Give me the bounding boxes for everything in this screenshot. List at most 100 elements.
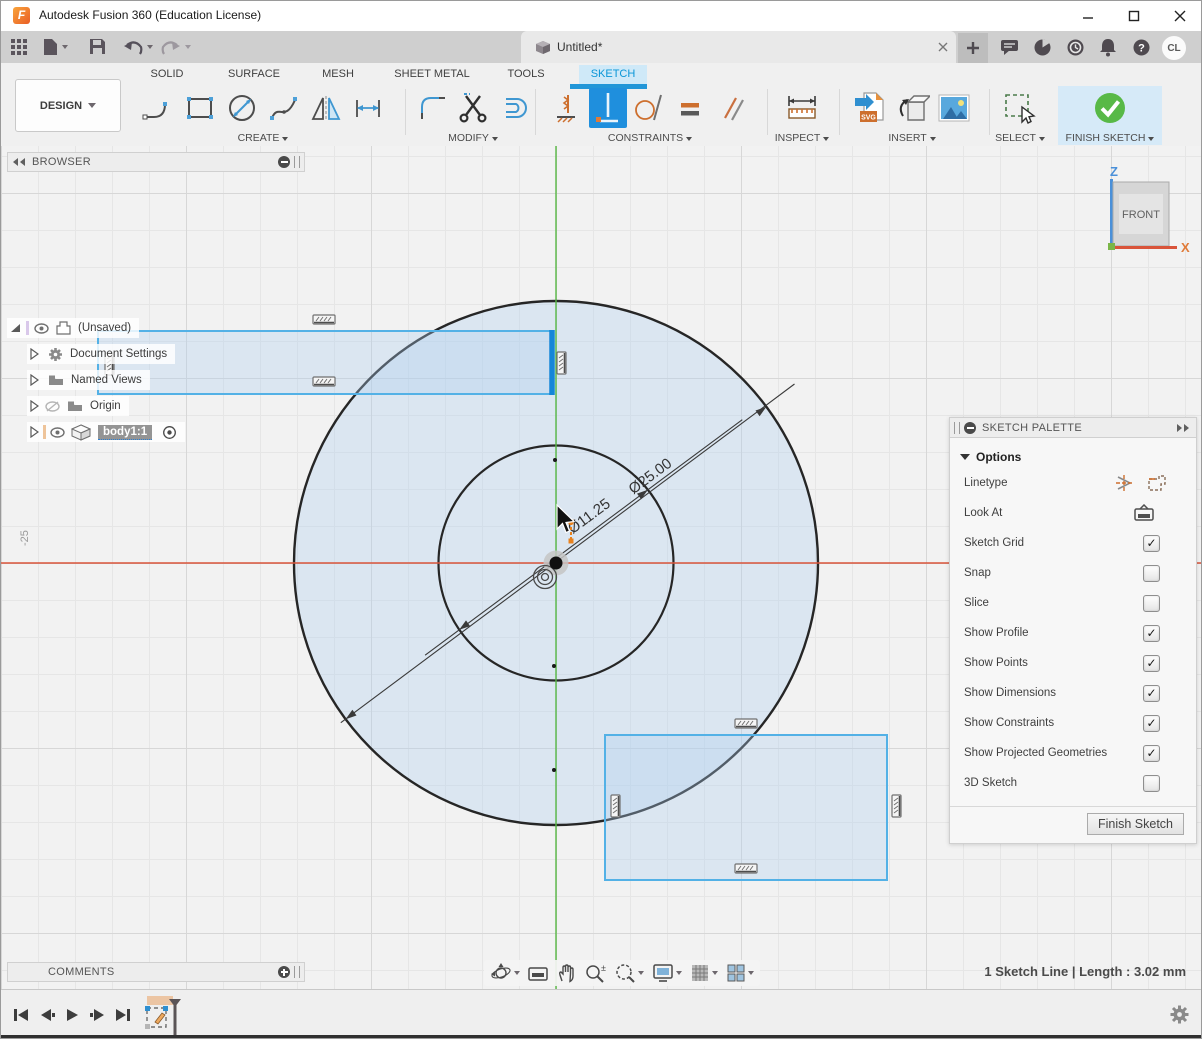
mirror-tool-button[interactable] <box>305 87 347 129</box>
timeline-play-button[interactable] <box>63 1006 83 1024</box>
display-settings-button[interactable] <box>652 963 682 983</box>
show-projected-geometries-checkbox[interactable] <box>1143 745 1160 762</box>
orbit-button[interactable] <box>490 962 520 984</box>
collapsed-arrow-icon[interactable] <box>29 400 39 412</box>
zoom-window-caret-icon[interactable] <box>638 971 644 975</box>
parallel-constraint-button[interactable] <box>711 87 753 129</box>
spline-tool-button[interactable] <box>263 87 305 129</box>
app-launcher-button[interactable] <box>10 38 28 56</box>
browser-item-body[interactable]: body1:1 <box>27 422 185 442</box>
sketch-point[interactable] <box>552 768 556 772</box>
eye-visible-icon[interactable] <box>34 323 49 334</box>
look-at-icon[interactable] <box>1134 504 1154 522</box>
measure-tool-button[interactable] <box>781 87 823 129</box>
timeline-sketch-feature[interactable] <box>145 995 181 1039</box>
line-tool-button[interactable] <box>137 87 179 129</box>
sketch-grid-checkbox[interactable] <box>1143 535 1160 552</box>
insert-canvas-button[interactable] <box>933 87 975 129</box>
palette-grip-handle[interactable] <box>954 422 960 434</box>
group-insert-dropdown[interactable]: INSERT <box>846 132 978 144</box>
timeline-settings-button[interactable] <box>1170 1005 1189 1029</box>
circle-tool-button[interactable] <box>221 87 263 129</box>
user-avatar[interactable]: CL <box>1161 35 1187 61</box>
slice-checkbox[interactable] <box>1143 595 1160 612</box>
tab-sketch[interactable]: SKETCH <box>579 65 647 84</box>
expand-palette-icon[interactable] <box>1176 423 1190 433</box>
grid-caret-icon[interactable] <box>712 971 718 975</box>
browser-item-document-settings[interactable]: Document Settings <box>27 344 175 364</box>
browser-item-label[interactable]: body1:1 <box>98 425 152 440</box>
browser-item-label[interactable]: (Unsaved) <box>78 322 131 334</box>
vertical-constraint-icon[interactable] <box>557 352 566 374</box>
show-constraints-checkbox[interactable] <box>1143 715 1160 732</box>
browser-item-origin[interactable]: Origin <box>27 396 129 416</box>
tab-mesh[interactable]: MESH <box>315 65 361 84</box>
timeline-step-back-button[interactable] <box>37 1006 57 1024</box>
show-points-checkbox[interactable] <box>1143 655 1160 672</box>
insert-mesh-button[interactable] <box>891 87 933 129</box>
finish-sketch-button[interactable] <box>1089 87 1131 129</box>
close-button[interactable] <box>1157 1 1202 31</box>
add-comment-icon[interactable] <box>278 966 290 978</box>
ground-to-parent-icon[interactable] <box>162 425 177 440</box>
minimize-button[interactable] <box>1065 1 1111 31</box>
browser-item-label[interactable]: Named Views <box>71 374 142 386</box>
sketch-point[interactable] <box>553 458 557 462</box>
browser-header[interactable]: BROWSER <box>7 152 305 172</box>
sketch-point[interactable] <box>552 664 556 668</box>
group-constraints-dropdown[interactable]: CONSTRAINTS <box>544 132 756 144</box>
comments-toggle-button[interactable] <box>1000 38 1018 56</box>
help-button[interactable]: ? <box>1132 38 1150 56</box>
grid-and-snaps-button[interactable] <box>690 963 718 983</box>
orbit-caret-icon[interactable] <box>514 971 520 975</box>
extensions-button[interactable] <box>1033 38 1051 56</box>
maximize-button[interactable] <box>1111 1 1157 31</box>
browser-item-label[interactable]: Origin <box>90 400 121 412</box>
sketch-palette-header[interactable]: SKETCH PALETTE <box>950 418 1196 438</box>
sketch-dimension-button[interactable] <box>347 87 389 129</box>
redo-button[interactable] <box>161 38 195 56</box>
select-tool-button[interactable] <box>999 87 1041 129</box>
browser-item-label[interactable]: Document Settings <box>70 348 167 360</box>
insert-svg-button[interactable]: SVG <box>849 87 891 129</box>
palette-remove-icon[interactable] <box>964 422 976 434</box>
browser-grip-handle[interactable] <box>294 156 300 168</box>
document-tab-close-button[interactable] <box>936 40 950 54</box>
browser-item-root[interactable]: (Unsaved) <box>7 318 139 338</box>
centerline-linetype-icon[interactable] <box>1114 473 1136 493</box>
horizontal-vertical-constraint-button[interactable] <box>589 88 627 128</box>
timeline-go-to-end-button[interactable] <box>113 1006 133 1024</box>
tab-solid[interactable]: SOLID <box>142 65 192 84</box>
look-at-nav-button[interactable] <box>528 964 548 982</box>
display-settings-caret-icon[interactable] <box>676 971 682 975</box>
comments-grip-handle[interactable] <box>294 966 300 978</box>
vertical-constraint-icon[interactable] <box>892 795 901 817</box>
sketch-canvas[interactable]: -25 Ø11.25 Ø25.00 <box>1 146 1202 989</box>
fillet-tool-button[interactable] <box>413 87 453 129</box>
zoom-window-button[interactable] <box>614 963 644 983</box>
horizontal-constraint-icon[interactable] <box>735 864 757 873</box>
browser-item-named-views[interactable]: Named Views <box>27 370 150 390</box>
midline-constraint-button[interactable] <box>547 87 589 129</box>
timeline-go-to-start-button[interactable] <box>11 1006 31 1024</box>
viewports-button[interactable] <box>726 963 754 983</box>
options-section-header[interactable]: Options <box>960 450 1196 464</box>
trim-tool-button[interactable] <box>453 87 493 129</box>
tangent-constraint-button[interactable] <box>627 87 669 129</box>
eye-hidden-icon[interactable] <box>45 401 60 412</box>
workspace-selector[interactable]: DESIGN <box>15 79 121 132</box>
job-status-button[interactable] <box>1066 38 1084 56</box>
equal-constraint-button[interactable] <box>669 87 711 129</box>
undo-button[interactable] <box>123 38 157 56</box>
horizontal-constraint-icon[interactable] <box>313 315 335 324</box>
browser-remove-icon[interactable] <box>278 156 290 168</box>
tab-tools[interactable]: TOOLS <box>502 65 550 84</box>
show-profile-checkbox[interactable] <box>1143 625 1160 642</box>
collapsed-arrow-icon[interactable] <box>29 348 39 360</box>
group-inspect-dropdown[interactable]: INSPECT <box>772 132 832 144</box>
save-button[interactable] <box>89 38 107 56</box>
zoom-button[interactable]: ± <box>584 963 606 983</box>
snap-checkbox[interactable] <box>1143 565 1160 582</box>
group-finish-sketch-dropdown[interactable]: FINISH SKETCH <box>1058 132 1162 144</box>
tab-sheet-metal[interactable]: SHEET METAL <box>393 65 471 84</box>
